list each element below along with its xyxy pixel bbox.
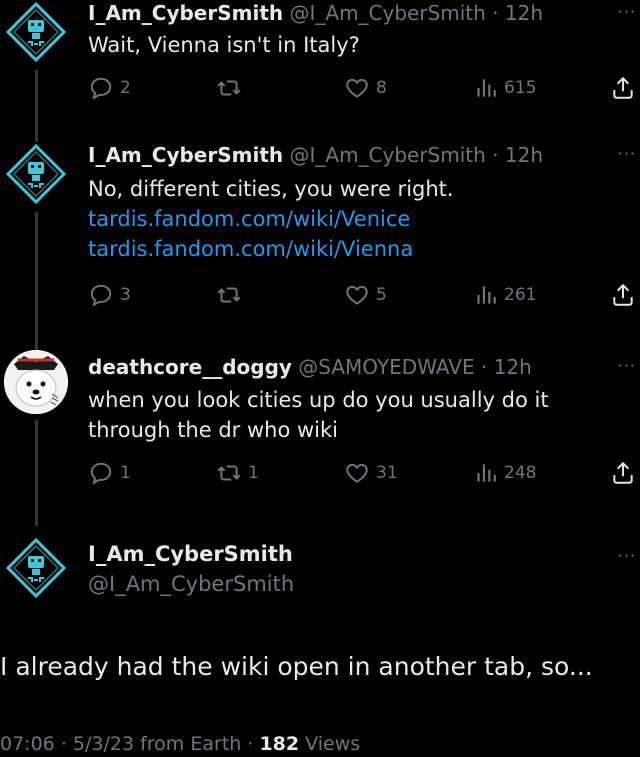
retweet-count: 1: [248, 463, 259, 483]
views-button[interactable]: 248: [472, 458, 536, 488]
views-count: 615: [504, 78, 537, 98]
more-options-button[interactable]: ···: [618, 144, 636, 163]
display-name[interactable]: I_Am_CyberSmith: [88, 540, 293, 568]
views-icon: [472, 460, 498, 486]
reply-button[interactable]: 1: [88, 458, 131, 488]
timestamp[interactable]: 12h: [505, 143, 543, 167]
handle[interactable]: @I_Am_CyberSmith: [289, 143, 485, 167]
tweet-text-line: when you look cities up do you usually d…: [88, 388, 549, 412]
separator: ·: [480, 355, 488, 379]
views-count: 182: [259, 733, 300, 755]
like-button[interactable]: 8: [344, 73, 387, 103]
action-bar: 3 5 261: [88, 280, 640, 310]
tweet-header: I_Am_CyberSmith @I_Am_CyberSmith · 12h: [88, 0, 543, 26]
like-icon: [344, 75, 370, 101]
cyber-avatar-icon: [4, 142, 68, 206]
reply-icon: [88, 75, 114, 101]
cyber-avatar-icon: [4, 0, 68, 64]
retweet-icon: [216, 282, 242, 308]
display-name[interactable]: deathcore__doggy: [88, 355, 292, 379]
share-icon: [610, 75, 636, 101]
tweet-text: when you look cities up do you usually d…: [88, 385, 549, 445]
share-icon: [610, 282, 636, 308]
separator: ·: [60, 733, 67, 755]
handle[interactable]: @SAMOYEDWAVE: [298, 355, 474, 379]
views-button[interactable]: 261: [472, 280, 536, 310]
wiki-link-venice[interactable]: tardis.fandom.com/wiki/Venice: [88, 204, 454, 234]
share-button[interactable]: [610, 458, 636, 488]
tweet-date-source[interactable]: 5/3/23 from Earth: [73, 733, 241, 755]
reply-count: 2: [120, 78, 131, 98]
retweet-button[interactable]: [216, 280, 248, 310]
avatar[interactable]: [4, 350, 68, 414]
timestamp[interactable]: 12h: [505, 1, 543, 25]
like-count: 31: [376, 463, 398, 483]
tweet-header: I_Am_CyberSmith @I_Am_CyberSmith · 12h: [88, 142, 543, 168]
thread-line: [35, 70, 38, 142]
avatar[interactable]: [4, 0, 68, 64]
timestamp[interactable]: 12h: [494, 355, 532, 379]
tweet-time[interactable]: 07:06: [0, 733, 55, 755]
handle[interactable]: @I_Am_CyberSmith: [88, 570, 294, 598]
focused-tweet-text: I already had the wiki open in another t…: [0, 652, 593, 681]
action-bar: 1 1 31 248: [88, 458, 640, 488]
reply-button[interactable]: 2: [88, 73, 131, 103]
retweet-icon: [216, 460, 242, 486]
display-name[interactable]: I_Am_CyberSmith: [88, 143, 283, 167]
reply-count: 3: [120, 285, 131, 305]
focused-tweet: I_Am_CyberSmith @I_Am_CyberSmith ···: [0, 532, 640, 612]
tweet-text-line: Wait, Vienna isn't in Italy?: [88, 33, 360, 57]
reply-count: 1: [120, 463, 131, 483]
cyber-avatar-icon: [4, 536, 68, 600]
like-button[interactable]: 5: [344, 280, 387, 310]
handle[interactable]: @I_Am_CyberSmith: [289, 1, 485, 25]
avatar[interactable]: [4, 536, 68, 600]
retweet-button[interactable]: 1: [216, 458, 259, 488]
share-icon: [610, 460, 636, 486]
views-label: Views: [305, 733, 361, 755]
avatar[interactable]: [4, 142, 68, 206]
retweet-button[interactable]: [216, 73, 248, 103]
tweet-text-line: No, different cities, you were right.: [88, 177, 454, 201]
tweet-1[interactable]: I_Am_CyberSmith @I_Am_CyberSmith · 12h ·…: [0, 0, 640, 142]
views-button[interactable]: 615: [472, 73, 536, 103]
more-options-button[interactable]: ···: [618, 546, 636, 565]
like-icon: [344, 460, 370, 486]
tweet-header: deathcore__doggy @SAMOYEDWAVE · 12h: [88, 354, 532, 380]
tweet-text-line: through the dr who wiki: [88, 418, 338, 442]
more-options-button[interactable]: ···: [618, 356, 636, 375]
separator: ·: [492, 143, 499, 167]
separator: ·: [247, 733, 254, 755]
separator: ·: [492, 1, 499, 25]
reply-icon: [88, 460, 114, 486]
tweet-text: Wait, Vienna isn't in Italy?: [88, 30, 360, 60]
share-button[interactable]: [610, 73, 636, 103]
tweet-text: No, different cities, you were right. ta…: [88, 174, 454, 264]
tweet-meta: 07:06 · 5/3/23 from Earth · 182 Views: [0, 731, 360, 757]
reply-button[interactable]: 3: [88, 280, 131, 310]
thread-line: [35, 420, 38, 526]
samoyed-avatar-icon: [4, 350, 68, 414]
more-options-button[interactable]: ···: [618, 2, 636, 21]
views-count: 261: [504, 285, 537, 305]
wiki-link-vienna[interactable]: tardis.fandom.com/wiki/Vienna: [88, 234, 454, 264]
views-icon: [472, 75, 498, 101]
reply-icon: [88, 282, 114, 308]
like-count: 8: [376, 78, 387, 98]
views-count: 248: [504, 463, 537, 483]
views-icon: [472, 282, 498, 308]
display-name[interactable]: I_Am_CyberSmith: [88, 1, 283, 25]
tweet-3[interactable]: deathcore__doggy @SAMOYEDWAVE · 12h ··· …: [0, 350, 640, 526]
tweet-2[interactable]: I_Am_CyberSmith @I_Am_CyberSmith · 12h ·…: [0, 142, 640, 350]
action-bar: 2 8 615: [88, 73, 640, 103]
thread-line: [35, 212, 38, 350]
like-button[interactable]: 31: [344, 458, 398, 488]
like-count: 5: [376, 285, 387, 305]
retweet-icon: [216, 75, 242, 101]
like-icon: [344, 282, 370, 308]
share-button[interactable]: [610, 280, 636, 310]
